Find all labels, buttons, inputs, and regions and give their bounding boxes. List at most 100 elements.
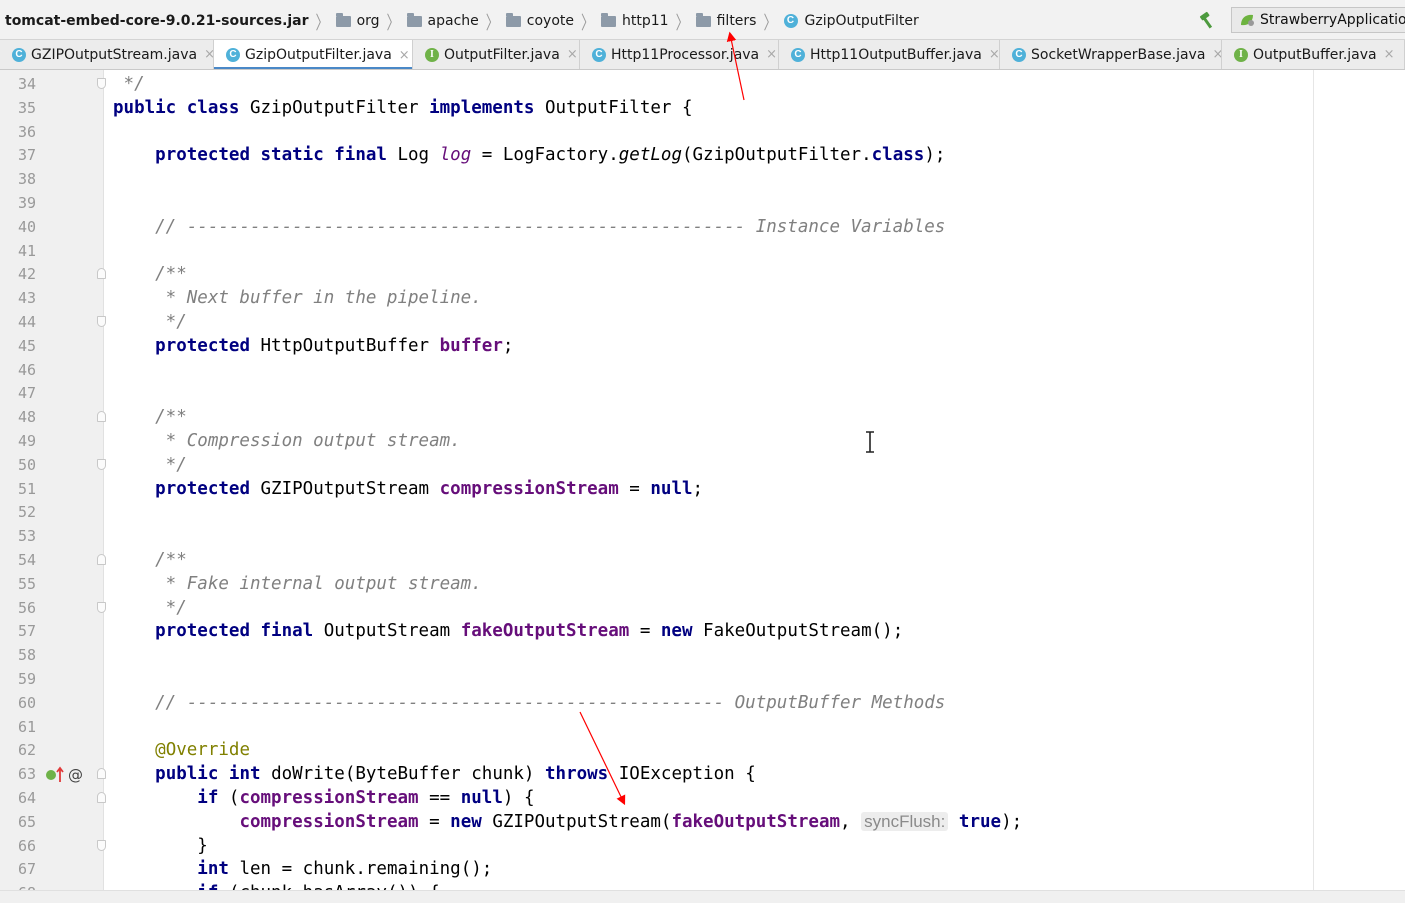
code-text[interactable]: */ xyxy=(113,453,187,477)
code-editor[interactable]: 34 */ 35 public class GzipOutputFilter imp… xyxy=(0,70,1405,890)
line-number[interactable]: 52 xyxy=(0,500,36,524)
editor-tab[interactable]: C Http11OutputBuffer.java × xyxy=(779,40,1000,69)
breadcrumb-item[interactable]: apache xyxy=(406,12,479,29)
fold-toggle-icon[interactable] xyxy=(97,268,106,280)
line-number[interactable]: 41 xyxy=(0,239,36,263)
line-number[interactable]: 48 xyxy=(0,405,36,429)
fold-toggle-icon[interactable] xyxy=(97,316,106,327)
line-number[interactable]: 62 xyxy=(0,738,36,762)
line-number[interactable]: 66 xyxy=(0,834,36,858)
line-number[interactable]: 61 xyxy=(0,715,36,739)
run-configuration-selector[interactable]: StrawberryApplication xyxy=(1231,7,1405,33)
tab-active[interactable]: C GzipOutputFilter.java × xyxy=(214,40,413,69)
code-text[interactable]: } xyxy=(113,834,208,858)
line-number[interactable]: 38 xyxy=(0,167,36,191)
line-number[interactable]: 47 xyxy=(0,381,36,405)
code-token: * Next buffer in the pipeline. xyxy=(113,288,482,309)
line-number[interactable]: 50 xyxy=(0,453,36,477)
breadcrumb-item[interactable]: org xyxy=(335,12,380,29)
editor-tab[interactable]: I OutputFilter.java × xyxy=(413,40,580,69)
code-text[interactable]: * Compression output stream. xyxy=(113,429,461,453)
breadcrumb-item[interactable]: coyote xyxy=(505,12,574,29)
code-text[interactable]: protected GZIPOutputStream compressionSt… xyxy=(113,477,703,501)
build-hammer-icon[interactable] xyxy=(1198,11,1218,29)
line-number[interactable]: 35 xyxy=(0,96,36,120)
line-number[interactable]: 34 xyxy=(0,72,36,96)
line-number[interactable]: 54 xyxy=(0,548,36,572)
fold-toggle-icon[interactable] xyxy=(97,792,106,803)
code-text[interactable]: @Override xyxy=(113,738,250,762)
code-token: = LogFactory. xyxy=(471,145,619,166)
code-text[interactable]: * Fake internal output stream. xyxy=(113,572,482,596)
code-text[interactable]: protected final OutputStream fakeOutputS… xyxy=(113,619,903,643)
code-text[interactable]: /** xyxy=(113,262,187,286)
code-text[interactable]: if (compressionStream == null) { xyxy=(113,786,534,810)
breadcrumb-item[interactable]: tomcat-embed-core-9.0.21-sources.jar xyxy=(5,13,309,29)
fold-toggle-icon[interactable] xyxy=(97,411,106,423)
line-number[interactable]: 45 xyxy=(0,334,36,358)
close-icon[interactable]: × xyxy=(567,47,578,62)
breadcrumb-item[interactable]: http11 xyxy=(601,12,669,29)
line-number[interactable]: 42 xyxy=(0,262,36,286)
line-number[interactable]: 43 xyxy=(0,286,36,310)
line-number[interactable]: 63 xyxy=(0,762,36,786)
implements-method-gutter-icon[interactable]: @ xyxy=(46,766,86,784)
fold-toggle-icon[interactable] xyxy=(97,458,106,470)
code-text[interactable]: /** xyxy=(113,548,187,572)
line-number[interactable]: 40 xyxy=(0,215,36,239)
fold-toggle-icon[interactable] xyxy=(97,601,106,613)
line-number[interactable]: 49 xyxy=(0,429,36,453)
line-number[interactable]: 36 xyxy=(0,120,36,144)
fold-toggle-icon[interactable] xyxy=(97,768,106,780)
line-number[interactable]: 60 xyxy=(0,691,36,715)
class-icon: C xyxy=(1012,47,1026,62)
line-number[interactable]: 39 xyxy=(0,191,36,215)
editor-tab[interactable]: C GZIPOutputStream.java × xyxy=(0,40,214,69)
code-text[interactable]: */ xyxy=(113,310,187,334)
code-text[interactable]: public class GzipOutputFilter implements… xyxy=(113,96,693,120)
breadcrumb-item[interactable]: C GzipOutputFilter xyxy=(783,13,919,29)
code-text[interactable]: // -------------------------------------… xyxy=(113,691,945,715)
fold-toggle-icon[interactable] xyxy=(97,78,106,89)
line-number[interactable]: 57 xyxy=(0,619,36,643)
close-icon[interactable]: × xyxy=(989,47,999,62)
code-text[interactable]: */ xyxy=(113,72,145,96)
line-number[interactable]: 64 xyxy=(0,786,36,810)
line-number[interactable]: 58 xyxy=(0,643,36,667)
editor-tab[interactable]: C SocketWrapperBase.java × xyxy=(1000,40,1222,69)
line-number[interactable]: 51 xyxy=(0,477,36,501)
close-icon[interactable]: × xyxy=(766,47,777,62)
close-icon[interactable]: × xyxy=(1212,47,1221,62)
breadcrumb-item[interactable]: filters xyxy=(695,12,756,29)
line-number[interactable]: 53 xyxy=(0,524,36,548)
editor-tab[interactable]: C Http11Processor.java × xyxy=(580,40,779,69)
line-number[interactable]: 65 xyxy=(0,810,36,834)
line-number[interactable]: 37 xyxy=(0,143,36,167)
line-number[interactable]: 46 xyxy=(0,358,36,382)
code-text[interactable]: // -------------------------------------… xyxy=(113,215,945,239)
code-text[interactable]: if (chunk.hasArray()) { xyxy=(113,881,439,890)
line-number[interactable]: 55 xyxy=(0,572,36,596)
code-text[interactable]: protected HttpOutputBuffer buffer; xyxy=(113,334,513,358)
line-number[interactable]: 56 xyxy=(0,596,36,620)
close-icon[interactable]: × xyxy=(399,48,410,63)
line-number[interactable]: 67 xyxy=(0,857,36,881)
code-text[interactable]: /** xyxy=(113,405,187,429)
line-number[interactable]: 68 xyxy=(0,881,36,890)
code-text[interactable]: public int doWrite(ByteBuffer chunk) thr… xyxy=(113,762,756,786)
breadcrumb-label: http11 xyxy=(622,13,669,29)
horizontal-scrollbar[interactable] xyxy=(0,890,1405,903)
code-text[interactable]: compressionStream = new GZIPOutputStream… xyxy=(113,810,1022,834)
line-number[interactable]: 44 xyxy=(0,310,36,334)
fold-toggle-icon[interactable] xyxy=(97,554,106,565)
close-icon[interactable]: × xyxy=(1384,47,1395,62)
code-text[interactable]: */ xyxy=(113,596,187,620)
code-text[interactable]: int len = chunk.remaining(); xyxy=(113,857,492,881)
fold-toggle-icon[interactable] xyxy=(97,839,106,851)
code-text[interactable]: protected static final Log log = LogFact… xyxy=(113,143,945,167)
close-icon[interactable]: × xyxy=(204,47,213,62)
line-number[interactable]: 59 xyxy=(0,667,36,691)
code-text[interactable]: * Next buffer in the pipeline. xyxy=(113,286,482,310)
editor-tab[interactable]: I OutputBuffer.java × xyxy=(1222,40,1405,69)
